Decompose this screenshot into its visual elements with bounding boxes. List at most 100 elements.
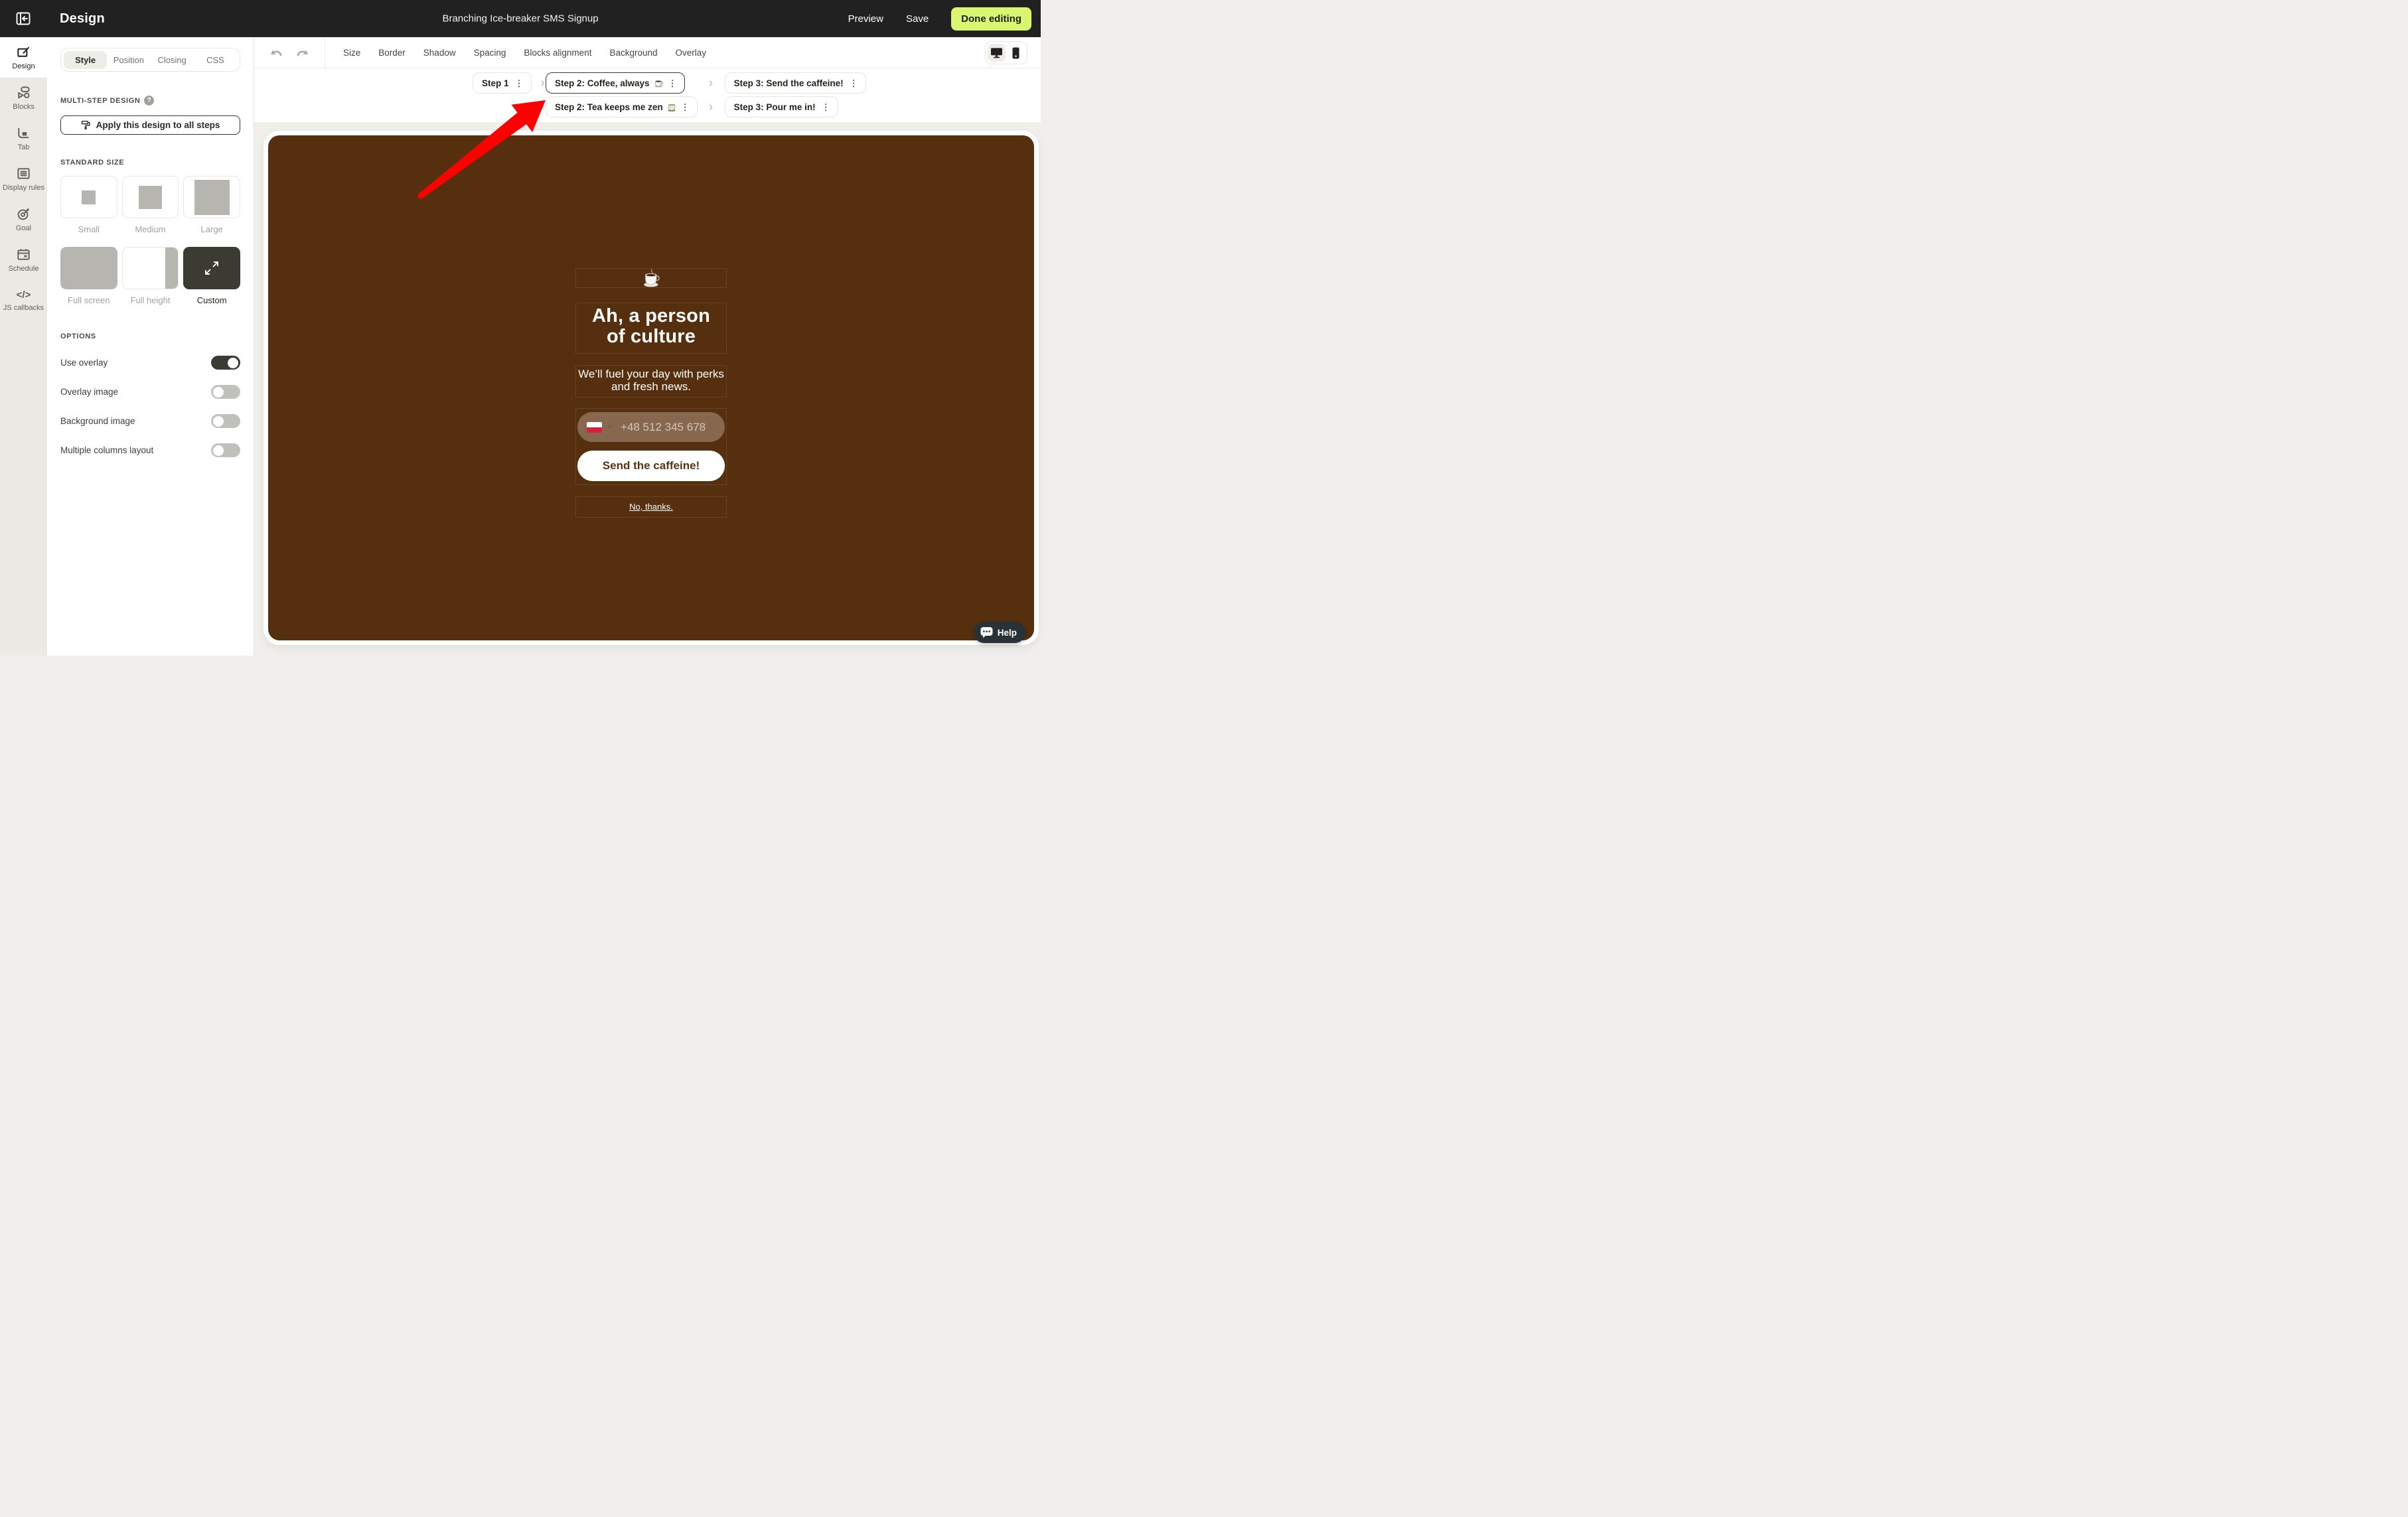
sidebar-item-blocks[interactable]: Blocks bbox=[0, 78, 47, 118]
sidebar-item-label: JS callbacks bbox=[3, 304, 44, 312]
step-menu-icon[interactable]: ⋮ bbox=[849, 79, 859, 88]
app-root: Design Branching Ice-breaker SMS Signup … bbox=[0, 0, 1041, 656]
design-settings-panel: Style Position Closing CSS MULTI-STEP DE… bbox=[47, 37, 254, 656]
tab-icon bbox=[16, 125, 31, 141]
use-overlay-toggle[interactable] bbox=[211, 356, 240, 370]
step-menu-icon[interactable]: ⋮ bbox=[514, 79, 524, 88]
redo-icon bbox=[295, 48, 309, 58]
page-title: Design bbox=[60, 11, 105, 27]
toolbar-item-overlay[interactable]: Overlay bbox=[676, 48, 707, 58]
desktop-preview-button[interactable] bbox=[988, 44, 1006, 62]
multiple-columns-toggle[interactable] bbox=[211, 443, 240, 457]
sidebar-item-tab[interactable]: Tab bbox=[0, 118, 47, 159]
sidebar-item-label: Design bbox=[12, 62, 35, 70]
step-2-tea-pill[interactable]: Step 2: Tea keeps me zen ⋮ bbox=[546, 96, 698, 117]
popup-frame: Ah, a person of culture We’ll fuel your … bbox=[263, 131, 1039, 645]
size-option-medium[interactable]: Medium bbox=[122, 176, 179, 247]
code-icon: </> bbox=[17, 289, 31, 301]
dismiss-block[interactable]: No, thanks. bbox=[575, 496, 727, 518]
step-navigation: Step 1 ⋮ › Step 2: Coffee, always bbox=[254, 68, 1041, 122]
goal-icon bbox=[16, 206, 31, 222]
tab-position[interactable]: Position bbox=[107, 51, 150, 69]
paint-roller-icon bbox=[81, 120, 91, 130]
country-dropdown-icon[interactable] bbox=[607, 425, 613, 429]
submit-button[interactable]: Send the caffeine! bbox=[577, 451, 725, 481]
option-row-use-overlay: Use overlay bbox=[60, 356, 240, 370]
chevron-right-icon: › bbox=[709, 77, 713, 90]
chevron-right-icon: › bbox=[709, 101, 713, 113]
done-editing-button[interactable]: Done editing bbox=[951, 7, 1031, 31]
display-rules-icon bbox=[16, 166, 31, 181]
sidebar-item-display-rules[interactable]: Display rules bbox=[0, 159, 47, 199]
phone-input[interactable]: +48 512 345 678 bbox=[577, 412, 725, 442]
schedule-icon bbox=[16, 247, 31, 262]
coffee-emoji bbox=[640, 268, 662, 288]
sidebar-item-label: Tab bbox=[18, 143, 30, 151]
step-menu-icon[interactable]: ⋮ bbox=[680, 103, 690, 111]
mobile-preview-button[interactable] bbox=[1007, 44, 1025, 62]
device-preview-toggle bbox=[985, 41, 1027, 64]
editor-stage: Ah, a person of culture We’ll fuel your … bbox=[254, 122, 1041, 656]
multi-step-section-label: MULTI-STEP DESIGN ? bbox=[60, 96, 240, 106]
chat-icon bbox=[980, 626, 993, 638]
mobile-icon bbox=[1012, 47, 1019, 59]
size-option-full-height[interactable]: Full height bbox=[122, 247, 179, 318]
size-option-large[interactable]: Large bbox=[183, 176, 240, 247]
option-row-multiple-columns: Multiple columns layout bbox=[60, 443, 240, 457]
phone-placeholder: +48 512 345 678 bbox=[621, 421, 706, 434]
apply-design-all-steps-button[interactable]: Apply this design to all steps bbox=[60, 115, 240, 135]
step-menu-icon[interactable]: ⋮ bbox=[668, 79, 678, 88]
panel-tabbar: Style Position Closing CSS bbox=[60, 48, 240, 72]
step-3-pour-pill[interactable]: Step 3: Pour me in! ⋮ bbox=[725, 96, 838, 117]
emoji-block[interactable] bbox=[575, 268, 727, 288]
toolbar-item-spacing[interactable]: Spacing bbox=[474, 48, 506, 58]
topbar: Design Branching Ice-breaker SMS Signup … bbox=[0, 0, 1041, 37]
preview-button[interactable]: Preview bbox=[848, 13, 883, 25]
sidebar-item-label: Blocks bbox=[13, 103, 34, 111]
background-image-toggle[interactable] bbox=[211, 414, 240, 428]
sidebar-item-goal[interactable]: Goal bbox=[0, 199, 47, 240]
toolbar-item-size[interactable]: Size bbox=[343, 48, 360, 58]
popup-preview: Ah, a person of culture We’ll fuel your … bbox=[268, 135, 1034, 640]
tab-css[interactable]: CSS bbox=[194, 51, 237, 69]
toolbar-item-shadow[interactable]: Shadow bbox=[423, 48, 456, 58]
step-1-pill[interactable]: Step 1 ⋮ bbox=[473, 72, 532, 94]
tab-style[interactable]: Style bbox=[64, 51, 107, 69]
size-option-small[interactable]: Small bbox=[60, 176, 117, 247]
design-icon bbox=[16, 44, 31, 60]
expand-arrows-icon bbox=[202, 258, 222, 278]
undo-button[interactable] bbox=[270, 48, 283, 58]
sidebar-item-label: Display rules bbox=[3, 184, 44, 192]
size-option-custom[interactable]: Custom bbox=[183, 247, 240, 318]
sms-form-block[interactable]: +48 512 345 678 Send the caffeine! bbox=[575, 408, 727, 485]
no-thanks-link[interactable]: No, thanks. bbox=[629, 502, 673, 512]
standard-size-section-label: STANDARD SIZE bbox=[60, 159, 240, 167]
sidebar-item-label: Schedule bbox=[9, 265, 39, 273]
redo-button[interactable] bbox=[295, 48, 309, 58]
icon-sidebar: Design Blocks Tab bbox=[0, 37, 47, 656]
save-button[interactable]: Save bbox=[906, 13, 929, 25]
sidebar-item-design[interactable]: Design bbox=[0, 37, 47, 78]
sidebar-item-schedule[interactable]: Schedule bbox=[0, 240, 47, 280]
option-row-overlay-image: Overlay image bbox=[60, 385, 240, 399]
body-text-block[interactable]: We’ll fuel your day with perks and fresh… bbox=[575, 365, 727, 397]
overlay-image-toggle[interactable] bbox=[211, 385, 240, 399]
option-row-background-image: Background image bbox=[60, 414, 240, 428]
step-2-coffee-pill[interactable]: Step 2: Coffee, always ⋮ bbox=[546, 72, 685, 94]
toolbar-item-background[interactable]: Background bbox=[609, 48, 657, 58]
heading-block[interactable]: Ah, a person of culture bbox=[575, 303, 727, 354]
tab-closing[interactable]: Closing bbox=[151, 51, 194, 69]
sidebar-item-label: Goal bbox=[16, 224, 31, 232]
help-button[interactable]: Help bbox=[974, 622, 1025, 643]
step-menu-icon[interactable]: ⋮ bbox=[821, 103, 831, 111]
size-option-full-screen[interactable]: Full screen bbox=[60, 247, 117, 318]
help-question-icon[interactable]: ? bbox=[144, 96, 154, 106]
toolbar-item-border[interactable]: Border bbox=[378, 48, 406, 58]
collapse-sidebar-icon[interactable] bbox=[15, 10, 32, 27]
undo-icon bbox=[270, 48, 283, 58]
options-section-label: OPTIONS bbox=[60, 332, 240, 340]
toolbar-item-blocks-alignment[interactable]: Blocks alignment bbox=[524, 48, 591, 58]
step-3-caffeine-pill[interactable]: Step 3: Send the caffeine! ⋮ bbox=[725, 72, 866, 94]
standard-size-grid: Small Medium Large Full screen Full heig… bbox=[60, 176, 240, 318]
sidebar-item-js-callbacks[interactable]: </> JS callbacks bbox=[0, 280, 47, 321]
